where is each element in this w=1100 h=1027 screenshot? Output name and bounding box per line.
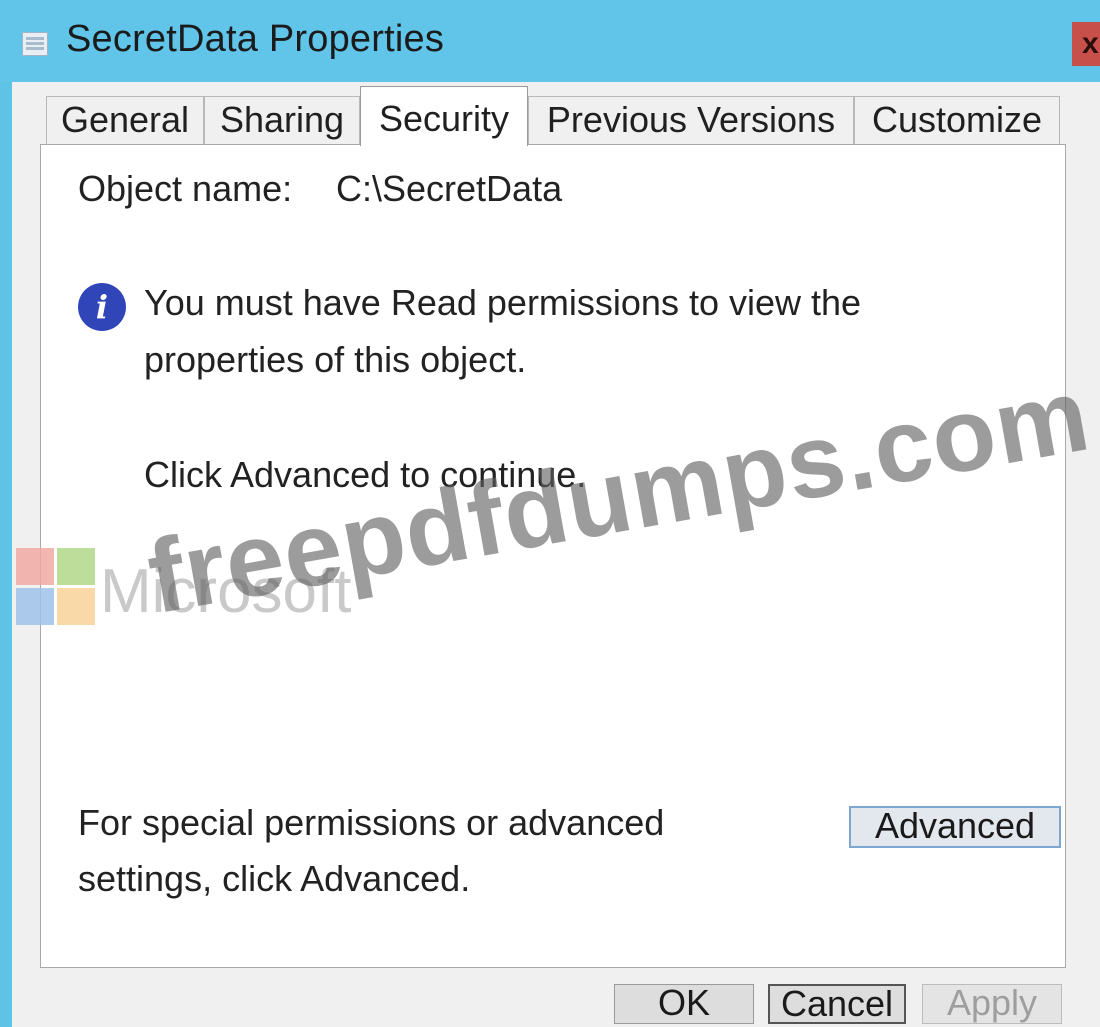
logo-square-yellow	[57, 588, 95, 625]
object-name-value: C:\SecretData	[336, 168, 563, 209]
tab-previous-versions[interactable]: Previous Versions	[528, 96, 854, 144]
close-button[interactable]: x	[1072, 22, 1100, 66]
apply-button: Apply	[922, 984, 1062, 1024]
tab-sharing[interactable]: Sharing	[204, 96, 360, 144]
logo-square-green	[57, 548, 95, 585]
special-permissions-line-1: For special permissions or advanced	[78, 802, 665, 843]
advanced-button[interactable]: Advanced	[849, 806, 1061, 848]
ok-button[interactable]: OK	[614, 984, 754, 1024]
info-message-line-2: properties of this object.	[144, 339, 527, 380]
tab-customize[interactable]: Customize	[854, 96, 1060, 144]
tab-general[interactable]: General	[46, 96, 204, 144]
microsoft-logo-icon	[16, 548, 96, 626]
properties-window: SecretData Properties x General Sharing …	[0, 0, 1100, 1027]
window-title: SecretData Properties	[66, 18, 445, 60]
special-permissions-line-2: settings, click Advanced.	[78, 858, 471, 899]
cancel-button[interactable]: Cancel	[768, 984, 906, 1024]
logo-square-red	[16, 548, 54, 585]
folder-properties-icon	[22, 32, 48, 56]
tab-security[interactable]: Security	[360, 86, 528, 146]
info-icon: i	[78, 283, 126, 331]
info-message-line-1: You must have Read permissions to view t…	[144, 282, 862, 323]
logo-square-blue	[16, 588, 54, 625]
title-bar[interactable]: SecretData Properties x	[0, 0, 1100, 82]
object-name-label: Object name:	[78, 168, 293, 209]
